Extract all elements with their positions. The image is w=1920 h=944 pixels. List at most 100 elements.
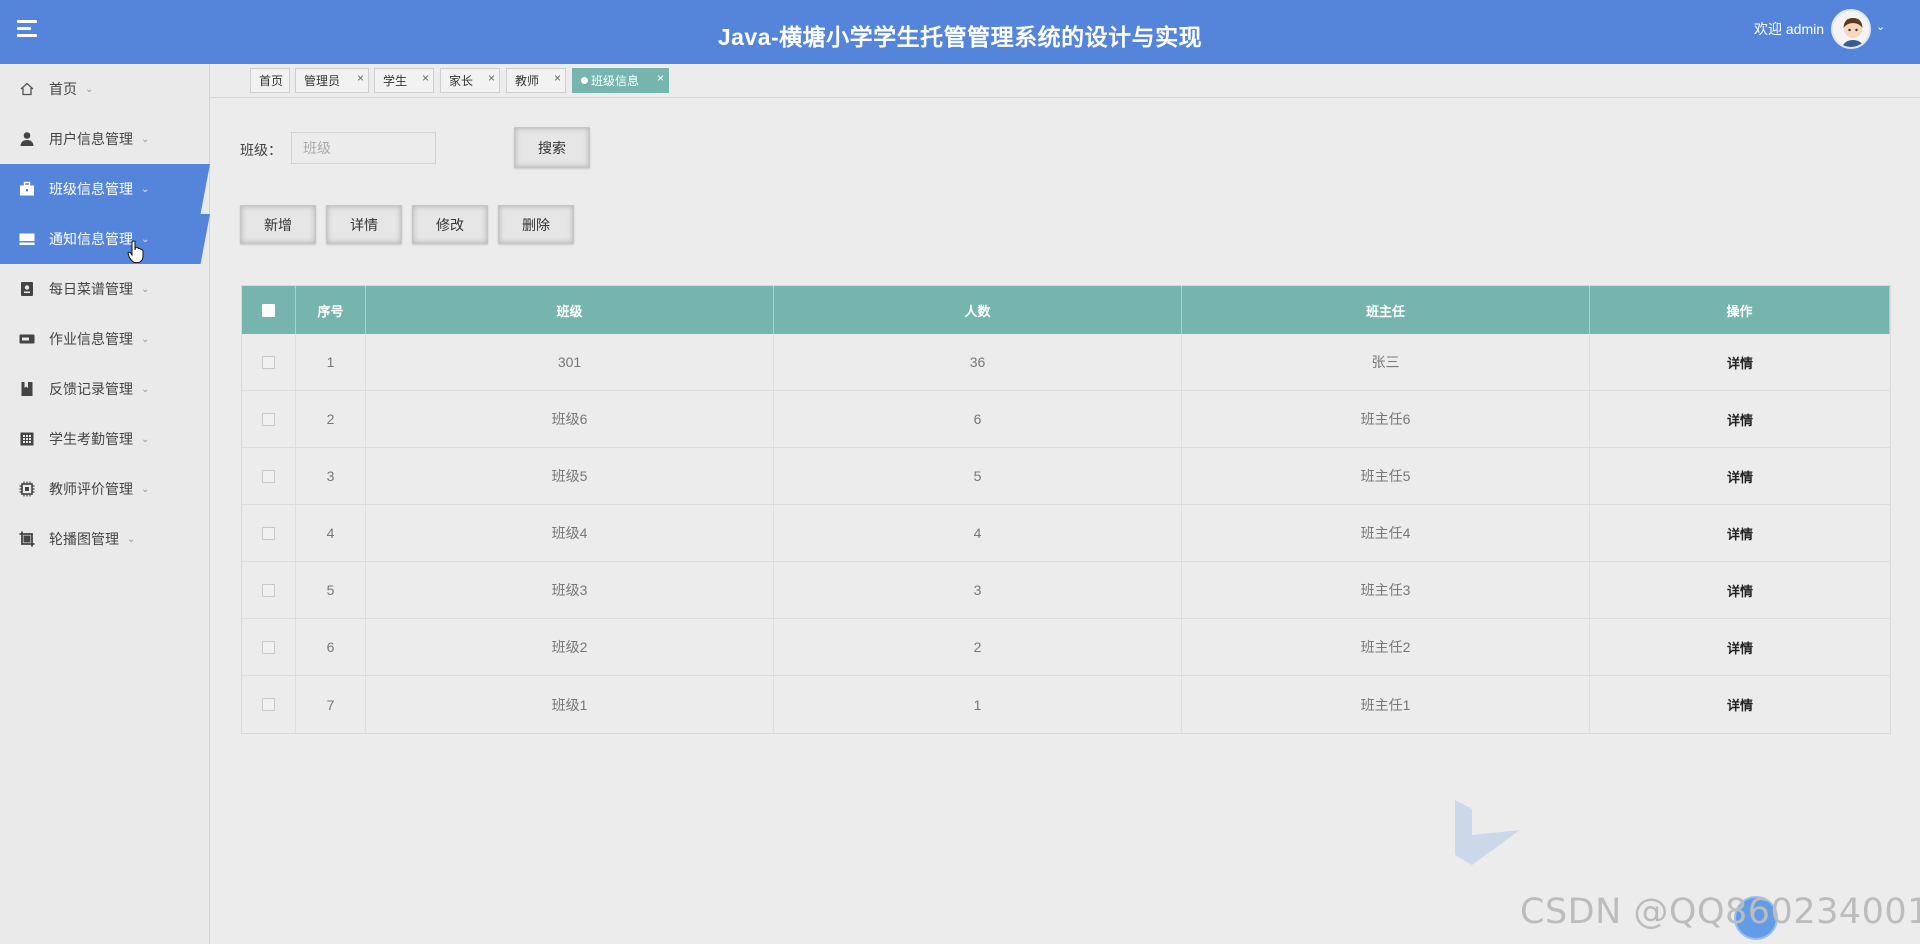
delete-button[interactable]: 删除 [498,205,574,244]
monitor-icon [19,231,35,247]
sidebar-item-carousel[interactable]: 轮播图管理 ⌄ [0,514,210,564]
row-detail-link[interactable]: 详情 [1727,695,1753,714]
welcome-text: 欢迎 admin [1754,21,1825,37]
chevron-down-icon: ⌄ [141,383,150,395]
tab-label: 教师 [515,74,540,88]
head-teacher-cell: 班主任5 [1182,448,1590,504]
sidebar: 首页 ⌄ 用户信息管理 ⌄ 班级信息管理 ⌄ 通知信息管理 ⌄ 每日菜谱管理 ⌄… [0,64,210,944]
chip-icon [19,481,35,497]
briefcase-icon [19,181,35,197]
head-teacher-cell: 班主任2 [1182,619,1590,675]
tab-label: 管理员 [304,74,341,88]
row-check-cell [242,676,296,733]
operation-cell: 详情 [1590,505,1890,561]
row-checkbox[interactable] [262,355,275,369]
select-all-cell [242,286,296,334]
row-check-cell [242,562,296,618]
class-name-cell: 班级3 [366,562,774,618]
chevron-down-icon: ⌄ [85,83,94,95]
close-icon[interactable]: × [357,71,364,85]
sidebar-item-label: 轮播图管理 [49,531,119,547]
row-index: 6 [296,619,366,675]
hand-cursor-icon [127,240,145,264]
calendar-grid-icon [19,431,35,447]
row-index: 4 [296,505,366,561]
tab-class-info[interactable]: 班级信息 × [572,68,669,93]
row-check-cell [242,505,296,561]
close-icon[interactable]: × [657,71,664,85]
tab-label: 学生 [383,74,408,88]
sidebar-item-notice-info[interactable]: 通知信息管理 ⌄ [0,214,210,264]
sidebar-item-label: 学生考勤管理 [49,431,133,447]
class-search-label: 班级： [240,142,282,158]
add-button[interactable]: 新增 [240,205,316,244]
tab-home[interactable]: 首页 [250,68,290,93]
sidebar-item-home[interactable]: 首页 ⌄ [0,64,210,114]
row-detail-link[interactable]: 详情 [1727,467,1753,486]
row-checkbox[interactable] [262,698,275,711]
row-checkbox[interactable] [262,526,275,540]
class-name-cell: 301 [366,334,774,390]
sidebar-item-label: 班级信息管理 [49,181,133,197]
menu-book-icon [19,281,35,297]
sidebar-item-feedback[interactable]: 反馈记录管理 ⌄ [0,364,210,414]
sidebar-item-label: 通知信息管理 [49,231,133,247]
class-search-input[interactable] [291,132,436,164]
column-header[interactable]: 班级 [366,286,774,334]
sidebar-item-label: 首页 [49,81,77,97]
row-detail-link[interactable]: 详情 [1727,353,1753,372]
sidebar-item-label: 用户信息管理 [49,131,133,147]
column-header[interactable]: 人数 [774,286,1182,334]
row-index: 7 [296,676,366,733]
sidebar-item-label: 作业信息管理 [49,331,133,347]
head-teacher-cell: 班主任1 [1182,676,1590,733]
close-icon[interactable]: × [488,71,495,85]
row-check-cell [242,334,296,390]
tab-teacher[interactable]: 教师 × [506,68,566,93]
crop-icon [19,531,35,547]
tab-student[interactable]: 学生 × [374,68,434,93]
row-checkbox[interactable] [262,469,275,483]
student-count-cell: 36 [774,334,1182,390]
sidebar-item-user-info[interactable]: 用户信息管理 ⌄ [0,114,210,164]
sidebar-item-homework[interactable]: 作业信息管理 ⌄ [0,314,210,364]
column-header[interactable]: 班主任 [1182,286,1590,334]
column-header[interactable]: 序号 [296,286,366,334]
table-header-row: 序号 班级 人数 班主任 操作 [242,286,1890,334]
table-row[interactable]: 5 班级3 3 班主任3 详情 [242,562,1890,619]
class-name-cell: 班级5 [366,448,774,504]
row-checkbox[interactable] [262,583,275,597]
table-row[interactable]: 3 班级5 5 班主任5 详情 [242,448,1890,505]
row-checkbox[interactable] [262,640,275,654]
close-icon[interactable]: × [422,71,429,85]
row-checkbox[interactable] [262,412,275,426]
sidebar-item-teacher-review[interactable]: 教师评价管理 ⌄ [0,464,210,514]
search-button[interactable]: 搜索 [514,127,590,168]
student-count-cell: 2 [774,619,1182,675]
top-header: Java-横塘小学学生托管管理系统的设计与实现 欢迎 admin ⌄ [0,0,1920,64]
table-row[interactable]: 4 班级4 4 班主任4 详情 [242,505,1890,562]
row-detail-link[interactable]: 详情 [1727,524,1753,543]
sidebar-item-label: 反馈记录管理 [49,381,133,397]
row-detail-link[interactable]: 详情 [1727,410,1753,429]
sidebar-item-attendance[interactable]: 学生考勤管理 ⌄ [0,414,210,464]
toggle-icon [19,331,35,347]
sidebar-item-daily-menu[interactable]: 每日菜谱管理 ⌄ [0,264,210,314]
student-count-cell: 4 [774,505,1182,561]
user-avatar[interactable] [1831,9,1871,49]
detail-button[interactable]: 详情 [326,205,402,244]
table-row[interactable]: 2 班级6 6 班主任6 详情 [242,391,1890,448]
row-detail-link[interactable]: 详情 [1727,638,1753,657]
select-all-checkbox[interactable] [262,303,275,317]
table-row[interactable]: 1 301 36 张三 详情 [242,334,1890,391]
sidebar-item-class-info[interactable]: 班级信息管理 ⌄ [0,164,210,214]
edit-button[interactable]: 修改 [412,205,488,244]
row-detail-link[interactable]: 详情 [1727,581,1753,600]
close-icon[interactable]: × [554,71,561,85]
watermark-logo-icon [1450,795,1520,865]
chevron-down-icon[interactable]: ⌄ [1876,20,1885,33]
table-row[interactable]: 6 班级2 2 班主任2 详情 [242,619,1890,676]
tab-parent[interactable]: 家长 × [440,68,500,93]
table-row[interactable]: 7 班级1 1 班主任1 详情 [242,676,1890,733]
tab-admin[interactable]: 管理员 × [295,68,369,93]
